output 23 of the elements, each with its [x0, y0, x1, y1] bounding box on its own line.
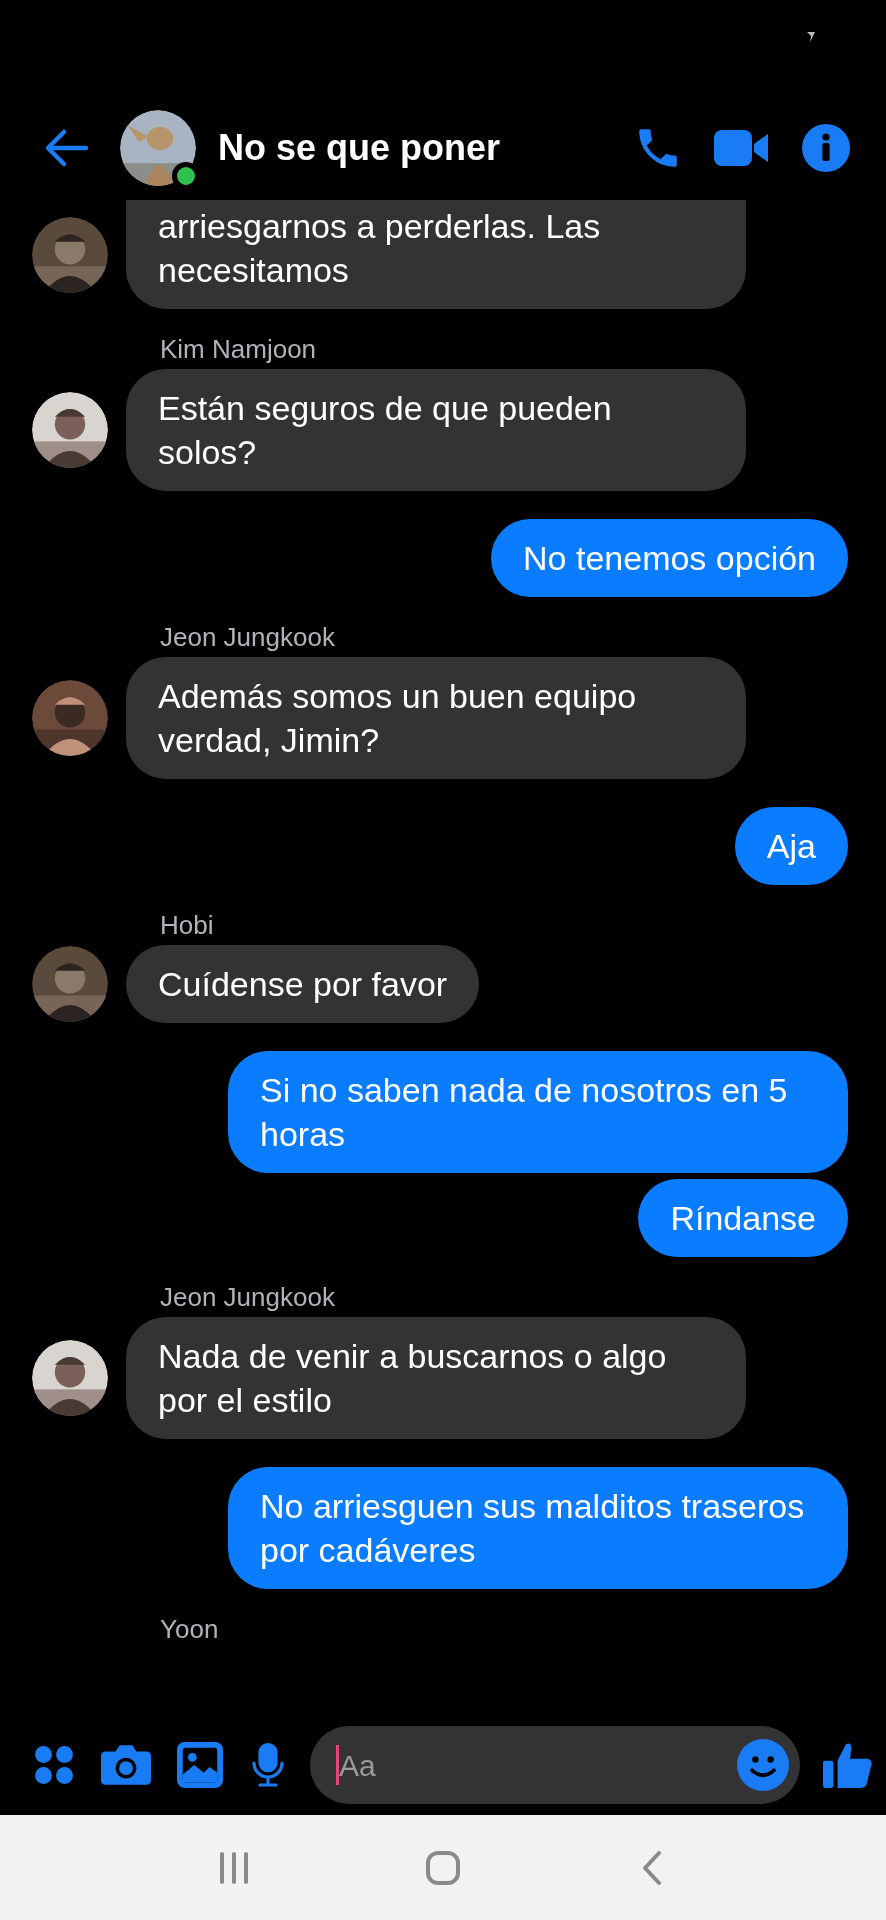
- emoji-button[interactable]: [736, 1738, 790, 1792]
- received-message: arriesgarnos a perderlas. Las necesitamos: [126, 200, 746, 309]
- received-message: Cuídense por favor: [126, 945, 480, 1023]
- sender-name: Yoon: [160, 1614, 219, 1644]
- gallery-button[interactable]: [174, 1739, 226, 1791]
- home-icon: [425, 1849, 461, 1886]
- sent-message: No arriesguen sus malditos traseros por cadáveres: [228, 1467, 848, 1589]
- sender-name: Hobi: [160, 910, 214, 940]
- received-message: Nada de venir a buscarnos o algo por el estilo: [126, 1317, 746, 1439]
- sender-name: Kim Namjoon: [160, 334, 317, 364]
- sender-name: Jeon Jungkook: [160, 1282, 335, 1312]
- sent-message: No tenemos opción: [491, 519, 848, 597]
- message-input[interactable]: Aa: [339, 1742, 736, 1788]
- sender-name: Jeon Jungkook: [160, 622, 335, 652]
- chat-title: No se que poner: [218, 125, 501, 170]
- received-message: Además somos un buen equipo verdad, Jimin?: [126, 657, 746, 779]
- sent-message: Si no saben nada de nosotros en 5 horas: [228, 1051, 848, 1173]
- sent-message: Aja: [734, 807, 848, 885]
- recent-apps-icon: [218, 1850, 251, 1885]
- message-field[interactable]: Aa: [310, 1726, 800, 1804]
- received-message: Están seguros de que pueden solos?: [126, 369, 746, 491]
- sent-message: Ríndanse: [638, 1179, 848, 1257]
- charging-icon: [806, 30, 816, 44]
